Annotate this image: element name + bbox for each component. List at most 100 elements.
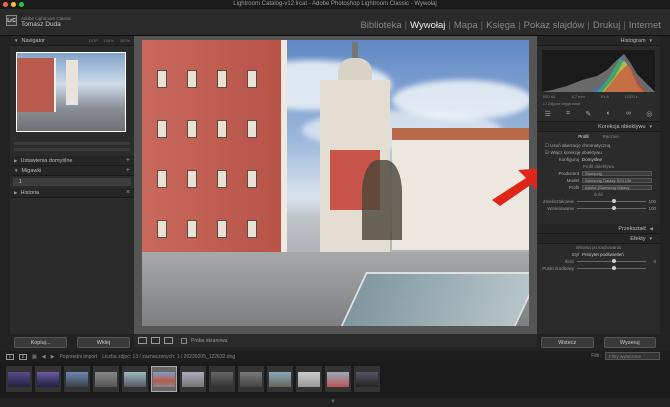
soft-proof-checkbox[interactable] [181, 337, 187, 344]
profile-dropdown[interactable]: Adobe (Samsung Galaxy [582, 185, 652, 190]
module-map[interactable]: Mapa [451, 20, 481, 31]
lens-tabs: Profil Ręcznie [537, 132, 660, 142]
histogram-plot[interactable] [542, 50, 655, 92]
window-controls[interactable] [3, 2, 24, 7]
effects-header[interactable]: Efekty ▼ [537, 234, 660, 244]
film-thumbnail[interactable] [180, 366, 206, 392]
histogram-header[interactable]: Histogram ▼ [537, 36, 660, 46]
forward-arrow-icon[interactable]: ▶ [51, 354, 55, 360]
masking-icon[interactable]: ◐ [606, 110, 610, 117]
loupe-view-icon[interactable] [138, 337, 147, 344]
film-thumbnail[interactable] [354, 366, 380, 392]
history-header[interactable]: ▶ Historia × [10, 188, 134, 198]
model-dropdown[interactable]: Samsung Galaxy S23 Ultr [582, 178, 652, 183]
film-thumbnail[interactable] [209, 366, 235, 392]
make-dropdown[interactable]: Samsung [582, 171, 652, 176]
compare-view-icon[interactable] [151, 337, 160, 344]
film-thumbnail[interactable] [238, 366, 264, 392]
back-arrow-icon[interactable]: ◀ [42, 354, 46, 360]
film-thumbnail[interactable] [35, 366, 61, 392]
crop-icon[interactable]: ⌗ [566, 110, 570, 118]
chromatic-aberration-label: Usuń aberrację chromatyczną [550, 143, 611, 148]
filmstrip-toggle-icon[interactable]: ▼ [330, 399, 336, 405]
copy-button[interactable]: Kopiuj... [14, 337, 67, 348]
enable-profile-checkbox[interactable]: ☑ Włącz korekcję obiektywu [537, 149, 660, 156]
minimize-button[interactable] [11, 2, 16, 7]
amount-knob[interactable] [611, 259, 616, 263]
iso-value: ISO 64 [543, 94, 556, 99]
film-thumbnail[interactable] [64, 366, 90, 392]
module-slideshow[interactable]: Pokaz slajdów [521, 20, 588, 31]
reset-button[interactable]: Wyzeruj [603, 337, 656, 348]
navigator-thumbnail[interactable] [16, 52, 126, 132]
identity-plate: LrC Adobe Lightroom Classic Tomasz Duda … [0, 9, 670, 36]
amount-slider[interactable]: Ilość 0 [537, 258, 660, 265]
vignetting-value[interactable]: 100 [646, 206, 660, 211]
screen-1-button[interactable]: 1 [6, 353, 14, 360]
filmstrip-bar: 1 2 ▦ ◀ ▶ Poprzedni import Liczba zdjęć:… [0, 351, 670, 362]
distortion-slider[interactable]: Zniekształcanie 100 [537, 198, 660, 205]
film-thumbnail[interactable] [122, 366, 148, 392]
tool-strip: ☰ ⌗ ✎ ◐ ∞ ◎ [537, 106, 660, 122]
healing-icon[interactable]: ✎ [585, 110, 591, 118]
presets-header[interactable]: ▶ Ustawienia domyślne + [10, 156, 134, 166]
tab-profile[interactable]: Profil [578, 134, 588, 142]
filter-dropdown[interactable]: Filtry wyłączone [605, 352, 660, 360]
paste-button[interactable]: Wklej [77, 337, 130, 348]
previous-button[interactable]: Wstecz [541, 337, 594, 348]
zoom-300[interactable]: 300% [120, 38, 130, 43]
original-photo-checkbox[interactable]: ☐ Zdjęcie oryginalne [543, 101, 580, 106]
film-thumbnail[interactable] [267, 366, 293, 392]
screen-2-button[interactable]: 2 [19, 353, 27, 360]
presets-icon[interactable]: ◎ [646, 110, 652, 118]
zoom-button[interactable] [19, 2, 24, 7]
add-preset-icon[interactable]: + [126, 157, 130, 164]
vignetting-slider[interactable]: Winietowanie 100 [537, 205, 660, 212]
histogram[interactable]: ISO 64 4,7 mm f/1.8 1/100 s ☐ Zdjęcie or… [537, 46, 660, 106]
navigator-preview[interactable] [10, 46, 134, 136]
close-button[interactable] [3, 2, 8, 7]
main-photo[interactable] [142, 40, 529, 326]
amount-value[interactable]: 0 [646, 259, 660, 264]
style-row: Styl Priorytet podświetleń [537, 251, 660, 258]
film-thumbnail[interactable] [93, 366, 119, 392]
zoom-fit[interactable]: DOP [89, 38, 98, 43]
film-thumbnail[interactable] [6, 366, 32, 392]
window-titlebar: Lightroom Catalog-v12.lrcat - Adobe Phot… [0, 0, 670, 9]
red-eye-icon[interactable]: ∞ [626, 110, 631, 117]
distortion-knob[interactable] [611, 199, 616, 203]
module-print[interactable]: Drukuj [590, 20, 623, 31]
midpoint-slider[interactable]: Punkt środkowy [537, 265, 660, 272]
midpoint-knob[interactable] [611, 266, 616, 270]
snapshot-item[interactable]: 1 [13, 178, 131, 186]
aperture: f/1.8 [600, 94, 609, 99]
transform-header[interactable]: Przekształć ◀ [537, 224, 660, 234]
module-book[interactable]: Księga [483, 20, 518, 31]
lens-correction-header[interactable]: Korekcja obiektywu ▼ [537, 122, 660, 132]
film-thumbnail[interactable] [325, 366, 351, 392]
expand-icon: ◀ [649, 225, 653, 231]
navigator-header[interactable]: ▼ Navigator DOP 100% 300% [10, 36, 134, 46]
tab-manual[interactable]: Ręcznie [603, 134, 619, 142]
zoom-100[interactable]: 100% [104, 38, 114, 43]
grid-icon[interactable]: ▦ [32, 354, 37, 360]
config-dropdown[interactable]: Domyślne [582, 157, 602, 162]
before-after-icon[interactable] [164, 337, 173, 344]
edit-sliders-icon[interactable]: ☰ [545, 110, 551, 118]
film-thumbnail-selected[interactable] [151, 366, 177, 392]
module-web[interactable]: Internet [626, 20, 664, 31]
style-dropdown[interactable]: Priorytet podświetleń [582, 252, 624, 257]
chromatic-aberration-checkbox[interactable]: ☐ Usuń aberrację chromatyczną [537, 142, 660, 149]
photo-count: Liczba zdjęć: 13 / zaznaczonych: 1 / 202… [102, 353, 236, 360]
source-label[interactable]: Poprzedni import [59, 354, 97, 360]
navigator-viewport-frame[interactable] [16, 52, 126, 132]
clear-history-icon[interactable]: × [126, 189, 130, 196]
snapshots-header[interactable]: ▼ Migawki + [10, 166, 134, 176]
module-library[interactable]: Biblioteka [357, 20, 404, 31]
photo-canvas[interactable] [134, 36, 537, 334]
distortion-value[interactable]: 100 [646, 199, 660, 204]
film-thumbnail[interactable] [296, 366, 322, 392]
add-snapshot-icon[interactable]: + [126, 167, 130, 174]
module-develop[interactable]: Wywołaj [407, 20, 448, 31]
vignetting-knob[interactable] [611, 206, 616, 210]
